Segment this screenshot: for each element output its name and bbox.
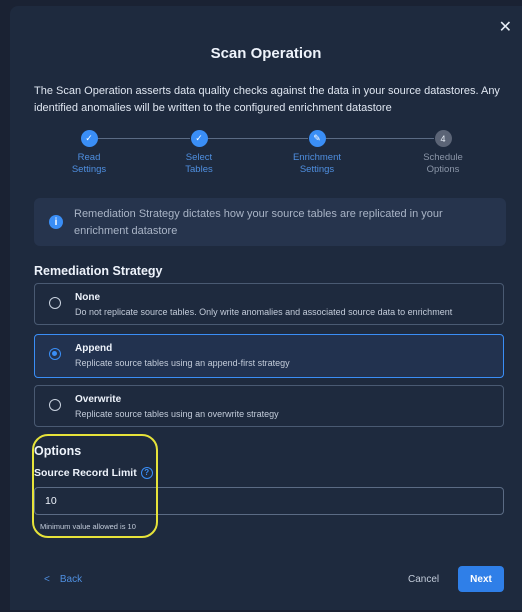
pencil-icon: ✎ [308, 130, 326, 147]
info-icon: i [49, 215, 63, 229]
step-read-settings[interactable]: ✓ Read Settings [44, 130, 134, 176]
radio-button[interactable] [49, 399, 61, 411]
dialog-description: The Scan Operation asserts data quality … [34, 85, 500, 114]
cancel-button[interactable]: Cancel [408, 574, 439, 585]
option-append[interactable]: Append Replicate source tables using an … [34, 334, 504, 378]
stepper: ✓ Read Settings ✓ Select Tables ✎ Enrichme… [10, 126, 522, 186]
option-none[interactable]: None Do not replicate source tables. Onl… [34, 283, 504, 325]
option-description: Do not replicate source tables. Only wri… [75, 307, 453, 317]
check-icon: ✓ [190, 130, 208, 147]
option-description: Replicate source tables using an overwri… [75, 409, 279, 419]
remediation-strategy-title: Remediation Strategy [34, 264, 163, 278]
step-enrichment-settings[interactable]: ✎ Enrichment Settings [272, 130, 362, 176]
close-icon[interactable]: ✕ [499, 20, 512, 36]
radio-button[interactable] [49, 348, 61, 360]
step-number: 4 [434, 130, 452, 147]
step-label: Read Settings [71, 152, 107, 175]
chevron-left-icon: < [44, 574, 50, 585]
option-name: Append [75, 343, 113, 354]
info-banner: i Remediation Strategy dictates how your… [34, 198, 506, 246]
step-label: Enrichment Settings [292, 152, 342, 175]
radio-button[interactable] [49, 297, 61, 309]
option-name: None [75, 292, 100, 303]
scan-operation-dialog: ✕ Scan Operation The Scan Operation asse… [10, 6, 522, 610]
step-schedule-options[interactable]: 4 Schedule Options [398, 130, 488, 176]
back-button[interactable]: < Back [44, 574, 82, 585]
option-name: Overwrite [75, 394, 122, 405]
highlight-annotation [32, 434, 158, 538]
option-overwrite[interactable]: Overwrite Replicate source tables using … [34, 385, 504, 427]
check-icon: ✓ [80, 130, 98, 147]
option-description: Replicate source tables using an append-… [75, 358, 290, 368]
next-button[interactable]: Next [458, 566, 504, 592]
step-label: Select Tables [185, 152, 213, 175]
info-text: Remediation Strategy dictates how your s… [74, 208, 443, 237]
dialog-title: Scan Operation [210, 45, 322, 62]
step-select-tables[interactable]: ✓ Select Tables [154, 130, 244, 176]
step-label: Schedule Options [423, 152, 463, 175]
